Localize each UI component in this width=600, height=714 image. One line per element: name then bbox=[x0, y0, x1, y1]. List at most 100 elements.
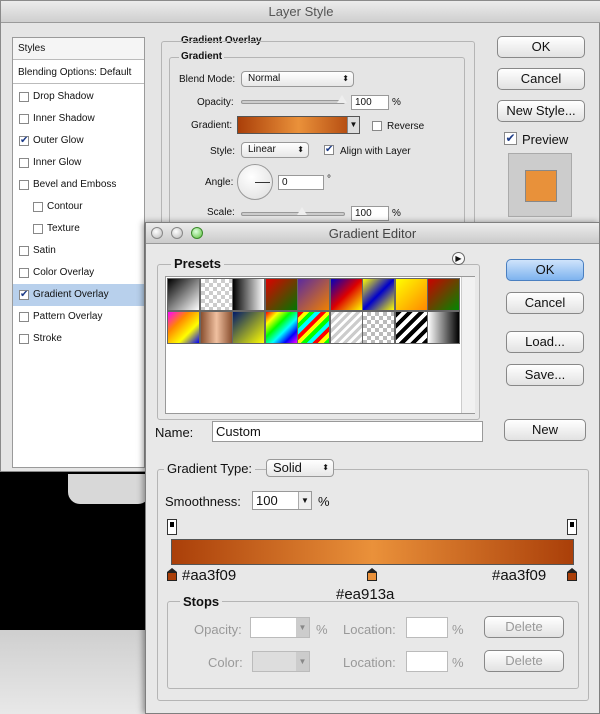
smoothness-dropdown-icon[interactable]: ▼ bbox=[298, 492, 311, 509]
color-stop-mid[interactable] bbox=[367, 568, 378, 583]
style-item-color-overlay[interactable]: Color Overlay bbox=[13, 262, 144, 284]
new-style-button[interactable]: New Style... bbox=[497, 100, 585, 122]
stop-opacity-dropdown-icon[interactable]: ▼ bbox=[296, 618, 309, 637]
load-button[interactable]: Load... bbox=[506, 331, 584, 353]
style-item-checkbox[interactable] bbox=[19, 334, 29, 344]
style-item-checkbox[interactable] bbox=[19, 158, 29, 168]
style-item-pattern-overlay[interactable]: Pattern Overlay bbox=[13, 306, 144, 328]
style-item-checkbox[interactable]: ✔ bbox=[19, 136, 29, 146]
angle-input[interactable]: 0 bbox=[278, 175, 324, 190]
style-item-checkbox[interactable] bbox=[19, 312, 29, 322]
opacity-input[interactable]: 100 bbox=[351, 95, 389, 110]
style-item-inner-shadow[interactable]: Inner Shadow bbox=[13, 108, 144, 130]
preset-swatch[interactable] bbox=[297, 311, 330, 344]
color-stop-right[interactable] bbox=[567, 568, 578, 583]
zoom-window-icon[interactable] bbox=[191, 227, 203, 239]
style-item-checkbox[interactable] bbox=[19, 246, 29, 256]
gradient-type-select[interactable]: Solid ⬍ bbox=[266, 459, 334, 477]
style-item-bevel-and-emboss[interactable]: Bevel and Emboss bbox=[13, 174, 144, 196]
style-item-texture[interactable]: Texture bbox=[13, 218, 144, 240]
opacity-slider-thumb[interactable] bbox=[337, 95, 347, 103]
preset-swatch[interactable] bbox=[329, 278, 363, 311]
name-input[interactable]: Custom bbox=[212, 421, 483, 442]
stop-color-delete-button[interactable]: Delete bbox=[484, 650, 564, 672]
style-item-checkbox[interactable] bbox=[19, 114, 29, 124]
reverse-checkbox[interactable] bbox=[372, 121, 382, 131]
presets-scrollbar[interactable] bbox=[461, 277, 475, 413]
color-stop-left-label: #aa3f09 bbox=[182, 567, 237, 584]
style-item-drop-shadow[interactable]: Drop Shadow bbox=[13, 86, 144, 108]
stop-color-location-percent: % bbox=[452, 655, 464, 670]
scale-slider-thumb[interactable] bbox=[297, 207, 307, 215]
style-item-inner-glow[interactable]: Inner Glow bbox=[13, 152, 144, 174]
save-button[interactable]: Save... bbox=[506, 364, 584, 386]
angle-dial[interactable] bbox=[237, 164, 273, 200]
layer-style-ok-button[interactable]: OK bbox=[497, 36, 585, 58]
preview-checkbox[interactable]: ✔ bbox=[504, 132, 517, 145]
layer-style-cancel-button[interactable]: Cancel bbox=[497, 68, 585, 90]
preset-swatch[interactable] bbox=[427, 311, 460, 344]
gradient-picker[interactable] bbox=[237, 116, 360, 134]
opacity-stop-right[interactable] bbox=[567, 519, 577, 535]
gradient-dropdown-arrow-icon[interactable]: ▼ bbox=[347, 117, 359, 133]
smoothness-label: Smoothness: bbox=[165, 494, 241, 509]
stop-opacity-location-input[interactable] bbox=[406, 617, 448, 638]
style-item-label: Satin bbox=[33, 245, 56, 256]
stop-color-label: Color: bbox=[208, 655, 243, 670]
stop-color-location-input[interactable] bbox=[406, 651, 448, 672]
minimize-window-icon[interactable] bbox=[171, 227, 183, 239]
presets-menu-icon[interactable]: ▶ bbox=[452, 252, 465, 265]
blend-mode-select[interactable]: Normal ⬍ bbox=[241, 71, 354, 87]
gradient-ok-button[interactable]: OK bbox=[506, 259, 584, 281]
style-item-checkbox[interactable] bbox=[19, 180, 29, 190]
preset-swatch[interactable] bbox=[362, 278, 395, 311]
blending-options-item[interactable]: Blending Options: Default bbox=[13, 62, 144, 84]
preset-swatch[interactable] bbox=[264, 311, 298, 344]
stop-opacity-delete-button[interactable]: Delete bbox=[484, 616, 564, 638]
stop-color-dropdown-icon[interactable]: ▼ bbox=[296, 652, 309, 671]
style-item-stroke[interactable]: Stroke bbox=[13, 328, 144, 350]
preset-swatch[interactable] bbox=[427, 278, 460, 311]
gradient-bar[interactable] bbox=[171, 539, 574, 565]
preset-swatch[interactable] bbox=[297, 278, 330, 311]
opacity-slider[interactable] bbox=[241, 100, 345, 104]
stop-opacity-label: Opacity: bbox=[194, 622, 242, 637]
close-window-icon[interactable] bbox=[151, 227, 163, 239]
layer-style-titlebar: Layer Style bbox=[1, 1, 600, 23]
preset-swatch[interactable] bbox=[232, 311, 265, 344]
preset-swatch[interactable] bbox=[232, 278, 265, 311]
preset-swatch[interactable] bbox=[264, 278, 298, 311]
preset-swatch[interactable] bbox=[362, 311, 395, 344]
style-item-gradient-overlay[interactable]: ✔ Gradient Overlay bbox=[13, 284, 144, 306]
preset-swatch[interactable] bbox=[394, 311, 428, 344]
preset-swatch[interactable] bbox=[329, 311, 363, 344]
preset-swatch[interactable] bbox=[199, 278, 233, 311]
style-select[interactable]: Linear ⬍ bbox=[241, 142, 309, 158]
preset-swatch[interactable] bbox=[199, 311, 233, 344]
styles-header[interactable]: Styles bbox=[13, 38, 144, 60]
style-item-checkbox[interactable] bbox=[19, 92, 29, 102]
style-item-checkbox[interactable] bbox=[33, 224, 43, 234]
style-item-checkbox[interactable]: ✔ bbox=[19, 290, 29, 300]
stop-opacity-input[interactable]: ▼ bbox=[250, 617, 310, 638]
new-gradient-button[interactable]: New bbox=[504, 419, 586, 441]
preset-swatch[interactable] bbox=[167, 311, 200, 344]
style-item-checkbox[interactable] bbox=[19, 268, 29, 278]
style-item-contour[interactable]: Contour bbox=[13, 196, 144, 218]
opacity-percent: % bbox=[392, 97, 401, 108]
style-item-satin[interactable]: Satin bbox=[13, 240, 144, 262]
scale-input[interactable]: 100 bbox=[351, 206, 389, 221]
preset-swatch[interactable] bbox=[394, 278, 428, 311]
style-item-outer-glow[interactable]: ✔ Outer Glow bbox=[13, 130, 144, 152]
preset-swatch[interactable] bbox=[167, 278, 200, 311]
style-item-checkbox[interactable] bbox=[33, 202, 43, 212]
stop-opacity-location-percent: % bbox=[452, 622, 464, 637]
color-stop-left[interactable] bbox=[167, 568, 178, 583]
opacity-stop-left[interactable] bbox=[167, 519, 177, 535]
scale-slider[interactable] bbox=[241, 212, 345, 216]
smoothness-input[interactable]: 100 ▼ bbox=[252, 491, 312, 510]
align-checkbox[interactable]: ✔ bbox=[324, 145, 334, 155]
gradient-cancel-button[interactable]: Cancel bbox=[506, 292, 584, 314]
style-item-label: Pattern Overlay bbox=[33, 311, 103, 322]
stop-color-swatch[interactable]: ▼ bbox=[252, 651, 310, 672]
